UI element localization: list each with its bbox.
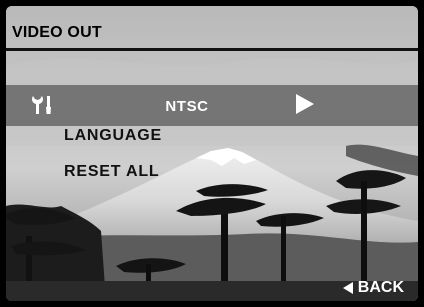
right-arrow-icon[interactable]	[294, 93, 316, 115]
video-out-value: NTSC	[165, 98, 209, 115]
menu-item-reset-all[interactable]: RESET ALL	[64, 163, 160, 181]
back-button[interactable]: BACK	[342, 279, 404, 297]
page-title: VIDEO OUT	[12, 24, 102, 41]
left-arrow-icon	[342, 282, 353, 294]
menu-item-language[interactable]: LANGUAGE	[64, 127, 162, 145]
camera-screen: VIDEO OUT NTSC LANGUAGE RESET ALL BACK	[6, 6, 418, 301]
title-divider	[6, 48, 418, 51]
back-label: BACK	[357, 279, 404, 296]
